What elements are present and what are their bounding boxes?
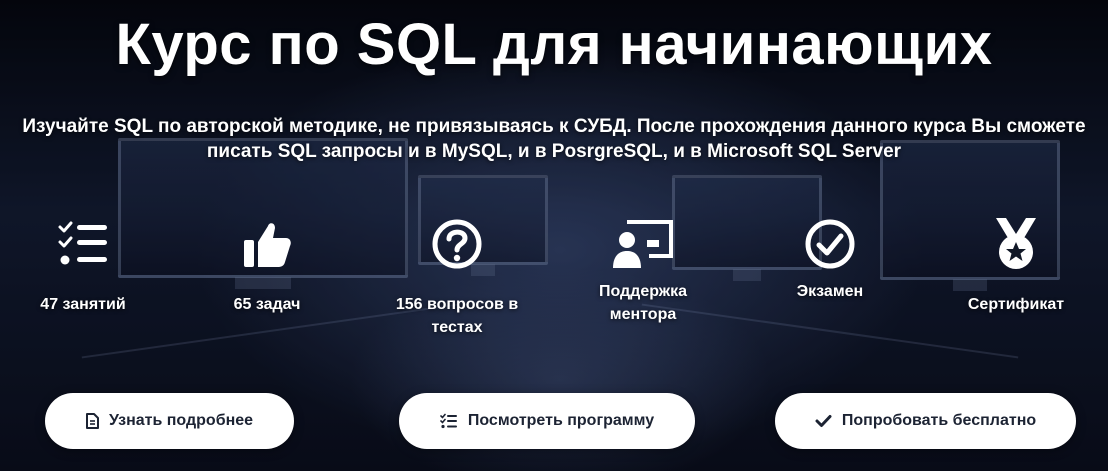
button-label: Попробовать бесплатно — [841, 412, 1037, 429]
feature-label: тестах — [431, 319, 483, 336]
feature-label: 156 вопросов в — [395, 296, 519, 313]
feature-exam: Экзамен — [750, 218, 910, 303]
question-circle-icon — [432, 219, 482, 269]
thumbs-up-icon — [244, 223, 291, 267]
view-program-button[interactable]: Посмотреть программу — [399, 393, 695, 449]
page-subtitle: Изучайте SQL по авторской методике, не п… — [10, 114, 1098, 164]
feature-label: Экзамен — [796, 283, 864, 300]
feature-tasks: 65 задач — [187, 218, 347, 316]
page-title: Курс по SQL для начинающих — [115, 12, 993, 77]
button-label: Узнать подробнее — [108, 412, 254, 429]
list-check-icon — [440, 413, 458, 429]
try-free-button[interactable]: Попробовать бесплатно — [775, 393, 1076, 449]
feature-questions: 156 вопросов в тестах — [377, 218, 537, 339]
feature-label: Сертификат — [967, 296, 1065, 313]
feature-label: ментора — [609, 306, 677, 323]
learn-more-button[interactable]: Узнать подробнее — [45, 393, 294, 449]
subtitle-line: Изучайте SQL по авторской методике, не п… — [22, 116, 1086, 137]
hero-section: Курс по SQL для начинающих Изучайте SQL … — [0, 0, 1108, 471]
subtitle-line: писать SQL запросы и в MySQL, и в Posrgr… — [206, 141, 902, 162]
feature-label: Поддержка — [598, 283, 688, 300]
feature-lessons: 47 занятий — [3, 220, 163, 316]
feature-certificate: Сертификат — [936, 216, 1096, 316]
check-circle-icon — [805, 219, 855, 269]
check-icon — [815, 414, 832, 428]
button-label: Посмотреть программу — [467, 412, 655, 429]
feature-label: 47 занятий — [40, 296, 126, 313]
document-icon — [85, 413, 99, 429]
feature-label: 65 задач — [233, 296, 301, 313]
list-check-icon — [58, 221, 107, 265]
medal-icon — [996, 218, 1036, 269]
feature-mentor: Поддержка ментора — [563, 218, 723, 326]
mentor-presentation-icon — [613, 220, 673, 268]
